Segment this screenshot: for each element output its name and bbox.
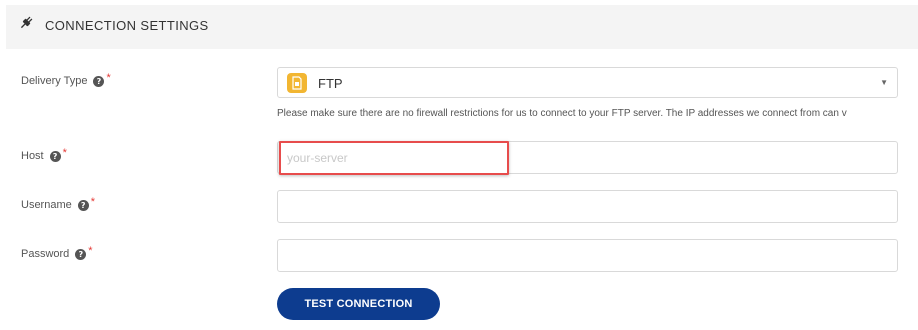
delivery-type-select[interactable]: FTP ▼ (277, 67, 898, 98)
section-title: CONNECTION SETTINGS (45, 18, 209, 33)
firewall-hint: Please make sure there are no firewall r… (277, 108, 847, 119)
password-label: Password (21, 248, 70, 260)
host-label-row: Host ? * (21, 147, 67, 162)
host-label: Host (21, 150, 44, 162)
host-input[interactable] (277, 141, 898, 174)
required-mark: * (88, 245, 93, 257)
help-icon[interactable]: ? (75, 248, 87, 260)
username-label-row: Username ? * (21, 196, 96, 211)
password-label-row: Password ? * (21, 245, 93, 260)
test-connection-button[interactable]: TEST CONNECTION (277, 288, 440, 320)
help-icon[interactable]: ? (93, 75, 105, 87)
required-mark: * (106, 72, 111, 84)
plug-icon (18, 15, 34, 31)
section-header: CONNECTION SETTINGS (6, 5, 918, 49)
username-label: Username (21, 199, 72, 211)
required-mark: * (90, 196, 96, 208)
delivery-type-label-row: Delivery Type ? * (21, 72, 111, 87)
password-input[interactable] (277, 239, 898, 272)
ftp-icon (287, 73, 307, 93)
delivery-type-label: Delivery Type (21, 75, 88, 87)
delivery-type-value: FTP (318, 76, 343, 91)
chevron-down-icon: ▼ (880, 78, 888, 87)
help-icon[interactable]: ? (77, 199, 89, 211)
help-icon[interactable]: ? (49, 150, 61, 162)
required-mark: * (62, 147, 67, 159)
username-input[interactable] (277, 190, 898, 223)
